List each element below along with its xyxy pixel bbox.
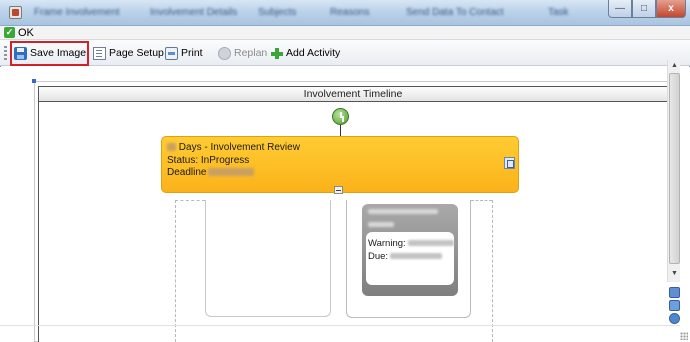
add-activity-button[interactable]: Add Activity [270, 45, 340, 61]
activity-status: Status: InProgress [167, 155, 250, 166]
title-bar: Frame Involvement Involvement Details Su… [0, 0, 690, 26]
save-image-highlight-box [10, 41, 89, 66]
start-node-icon[interactable] [332, 108, 349, 125]
activity-deadline: Deadline [167, 167, 255, 178]
resize-grip[interactable] [680, 332, 688, 340]
lane-guide [471, 200, 492, 201]
scroll-thumb[interactable] [669, 73, 680, 264]
lane-guide [175, 200, 176, 342]
checkmark-icon: ✓ [4, 27, 15, 38]
canvas-handle[interactable] [32, 79, 36, 83]
collapse-icon[interactable] [334, 186, 343, 194]
scroll-down-icon[interactable]: ▼ [671, 270, 678, 277]
redacted-days [167, 143, 176, 152]
ok-button[interactable]: OK [18, 26, 34, 40]
page-setup-label: Page Setup [109, 47, 164, 59]
close-button[interactable]: x [656, 0, 686, 18]
print-button[interactable]: Print [165, 45, 203, 61]
maximize-button[interactable]: □ [632, 0, 656, 18]
zoom-fit-icon[interactable] [669, 287, 680, 298]
ok-bar: ✓ OK [0, 26, 690, 40]
activity-node[interactable]: Days - Involvement Review Status: InProg… [161, 136, 519, 193]
title-segment: Involvement Details [150, 7, 238, 18]
navigate-icon[interactable] [669, 313, 680, 324]
card-warning: Warning: [368, 238, 454, 249]
close-icon: x [668, 3, 674, 14]
title-segment: Send Data To Contact [406, 7, 504, 18]
toolbar-grip[interactable] [4, 46, 7, 60]
expand-details-icon[interactable] [504, 157, 515, 169]
title-blurred-name: Frame Involvement [34, 7, 120, 18]
redacted-due-date [390, 253, 443, 260]
vertical-scrollbar[interactable]: ▲ ▼ [667, 60, 680, 282]
card-due: Due: [368, 251, 443, 262]
activity-title-text: Days - Involvement Review [178, 142, 300, 153]
redacted-card-title [368, 209, 438, 214]
redacted-warning-date [407, 240, 454, 247]
printer-icon [165, 46, 178, 60]
lane-guide [492, 200, 493, 342]
redacted-deadline [208, 168, 255, 177]
empty-lane [205, 200, 331, 317]
bottom-divider [0, 325, 680, 326]
title-segment: Reasons [330, 7, 370, 18]
maximize-icon: □ [640, 3, 648, 14]
print-label: Print [181, 47, 203, 59]
replan-label: Replan [234, 47, 268, 59]
app-icon[interactable] [9, 6, 22, 19]
binoculars-icon[interactable] [669, 300, 680, 311]
title-segment: Subjects [258, 7, 297, 18]
minimize-button[interactable]: — [608, 0, 632, 18]
redacted-card-title [368, 222, 394, 227]
title-blurred-tail: Task [548, 7, 569, 18]
replan-icon [218, 46, 231, 60]
page-setup-icon [93, 46, 106, 60]
warning-label: Warning: [368, 238, 406, 249]
scroll-up-icon[interactable]: ▲ [671, 62, 678, 69]
add-icon [270, 47, 283, 60]
due-label: Due: [368, 251, 389, 262]
connector-line [340, 125, 341, 136]
activity-title: Days - Involvement Review [167, 142, 300, 153]
minimize-icon: — [615, 3, 625, 14]
lane-guide [175, 200, 205, 201]
deadline-label: Deadline [167, 167, 207, 178]
timeline-header: Involvement Timeline [38, 86, 667, 102]
add-activity-label: Add Activity [286, 47, 341, 59]
page-setup-button[interactable]: Page Setup [93, 45, 164, 61]
replan-button[interactable]: Replan [218, 45, 267, 61]
toolbar: Save Image Page Setup Print Replan Add A… [0, 40, 690, 66]
